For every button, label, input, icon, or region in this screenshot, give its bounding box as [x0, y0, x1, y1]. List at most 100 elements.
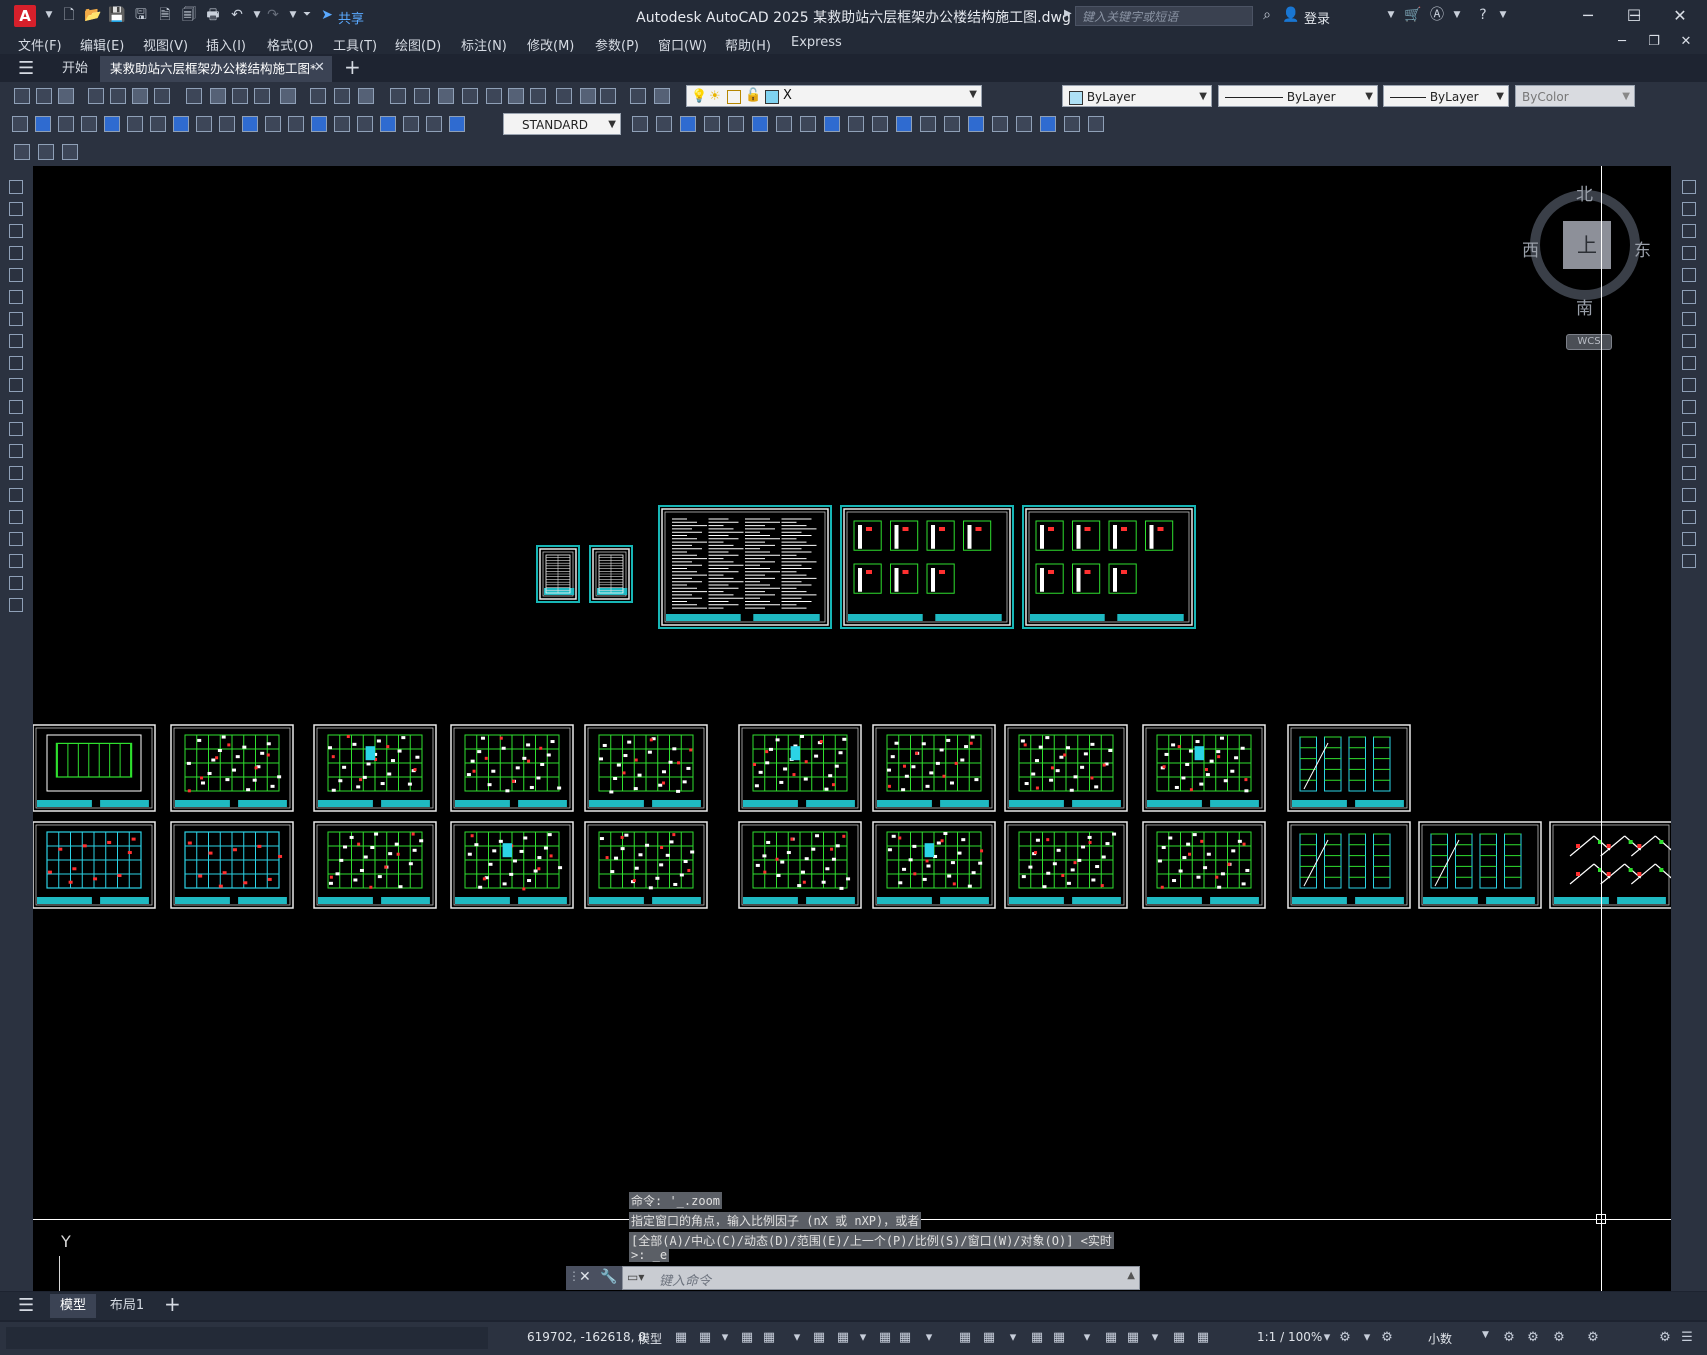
- modify-tool-9-icon[interactable]: [196, 116, 212, 132]
- close-window-icon[interactable]: ✕: [1660, 4, 1700, 28]
- modify-tool-12-icon[interactable]: [265, 116, 281, 132]
- modify-tool-5-icon[interactable]: [104, 116, 120, 132]
- trim-icon[interactable]: [1682, 378, 1696, 392]
- 3d-osnap-icon[interactable]: ▦: [1030, 1331, 1044, 1345]
- modify-tool-26-icon[interactable]: [752, 116, 768, 132]
- layer-combo[interactable]: 💡 ☀ 🔓 X ▼: [686, 85, 982, 107]
- units-combo[interactable]: 小数: [1428, 1330, 1452, 1347]
- rectangle-icon[interactable]: [9, 268, 23, 282]
- standard-tool-12-icon[interactable]: [280, 88, 296, 104]
- menu-item[interactable]: 插入(I): [206, 35, 246, 54]
- color-combo[interactable]: ByLayer ▼: [1062, 85, 1212, 107]
- modify-tool-28-icon[interactable]: [800, 116, 816, 132]
- lineweight-icon[interactable]: ▦: [958, 1331, 972, 1345]
- modify-tool-23-icon[interactable]: [680, 116, 696, 132]
- modify-tool-27-icon[interactable]: [776, 116, 792, 132]
- modify-tool-40-icon[interactable]: [1088, 116, 1104, 132]
- standard-tool-10-icon[interactable]: [232, 88, 248, 104]
- blend-icon[interactable]: [1682, 532, 1696, 546]
- offset-icon[interactable]: [1682, 246, 1696, 260]
- standard-tool-23-icon[interactable]: [556, 88, 572, 104]
- standard-tool-15-icon[interactable]: [358, 88, 374, 104]
- close-tab-icon[interactable]: ✕: [314, 60, 325, 75]
- line-icon[interactable]: [9, 180, 23, 194]
- drawing-canvas[interactable]: 上 北 南 东 西 WCS Y X 命令: '_.zoom 指定窗口的角点，输入…: [33, 166, 1671, 1291]
- standard-tool-2-icon[interactable]: [36, 88, 52, 104]
- ortho-icon[interactable]: ▾: [790, 1331, 804, 1345]
- polar-icon[interactable]: ▦: [812, 1331, 826, 1345]
- model-space-toggle[interactable]: 模型: [638, 1330, 662, 1347]
- gizmo-dropdown-icon[interactable]: ▾: [1148, 1331, 1162, 1345]
- modify-tool-29-icon[interactable]: [824, 116, 840, 132]
- dimstyle-combo[interactable]: STANDARD ▼: [503, 113, 621, 135]
- modify-tool-16-icon[interactable]: [357, 116, 373, 132]
- modify-tool-15-icon[interactable]: [334, 116, 350, 132]
- help-search-input[interactable]: 键入关键字或短语: [1075, 6, 1253, 26]
- fillet-icon[interactable]: [1682, 510, 1696, 524]
- modify-tool-25-icon[interactable]: [728, 116, 744, 132]
- app-dropdown-icon[interactable]: ▼: [1448, 6, 1466, 24]
- command-settings-wrench-icon[interactable]: 🔧: [600, 1269, 617, 1285]
- tab-document[interactable]: 某救助站六层框架办公楼结构施工图*: [100, 56, 332, 82]
- plotstyle-combo[interactable]: ByColor ▼: [1515, 85, 1635, 107]
- standard-tool-7-icon[interactable]: [154, 88, 170, 104]
- extra-tool-3-icon[interactable]: [62, 144, 78, 160]
- circle-icon[interactable]: [9, 312, 23, 326]
- modify-tool-8-icon[interactable]: [173, 116, 189, 132]
- login-dropdown-icon[interactable]: ▼: [1382, 6, 1400, 24]
- modify-tool-6-icon[interactable]: [127, 116, 143, 132]
- maximize-window-icon[interactable]: ☐: [1614, 4, 1654, 28]
- break-icon[interactable]: [1682, 444, 1696, 458]
- modify-tool-19-icon[interactable]: [426, 116, 442, 132]
- infer-icon[interactable]: ▦: [740, 1331, 754, 1345]
- modify-tool-36-icon[interactable]: [992, 116, 1008, 132]
- modify-tool-30-icon[interactable]: [848, 116, 864, 132]
- move-icon[interactable]: [1682, 290, 1696, 304]
- menu-item[interactable]: 修改(M): [527, 35, 574, 54]
- standard-tool-25-icon[interactable]: [600, 88, 616, 104]
- viewcube-east[interactable]: 东: [1634, 236, 1651, 261]
- menu-item[interactable]: Express: [791, 35, 842, 50]
- command-input[interactable]: ▭▾ 键入命令 ▲: [622, 1266, 1140, 1290]
- viewcube-south[interactable]: 南: [1576, 294, 1593, 319]
- standard-tool-18-icon[interactable]: [438, 88, 454, 104]
- modify-tool-18-icon[interactable]: [403, 116, 419, 132]
- search-icon[interactable]: ⌕: [1258, 6, 1276, 24]
- menu-item[interactable]: 帮助(H): [725, 35, 771, 54]
- standard-tool-4-icon[interactable]: [88, 88, 104, 104]
- 3d-osnap-dropdown-icon[interactable]: ▦: [1052, 1331, 1066, 1345]
- annotation-visibility-icon[interactable]: ▦: [1172, 1331, 1186, 1345]
- quick-properties-icon[interactable]: ⚙: [1502, 1331, 1516, 1345]
- modify-tool-21-icon[interactable]: [632, 116, 648, 132]
- modify-tool-31-icon[interactable]: [872, 116, 888, 132]
- standard-tool-16-icon[interactable]: [390, 88, 406, 104]
- login-label[interactable]: 登录: [1304, 8, 1330, 27]
- minimize-window-button[interactable]: ─: [1568, 4, 1608, 28]
- mirror-icon[interactable]: [1682, 224, 1696, 238]
- modify-tool-3-icon[interactable]: [58, 116, 74, 132]
- scale-icon[interactable]: [1682, 334, 1696, 348]
- standard-tool-20-icon[interactable]: [486, 88, 502, 104]
- standard-tool-3-icon[interactable]: [58, 88, 74, 104]
- stretch-icon[interactable]: [1682, 356, 1696, 370]
- standard-tool-14-icon[interactable]: [334, 88, 350, 104]
- standard-tool-17-icon[interactable]: [414, 88, 430, 104]
- standard-tool-21-icon[interactable]: [508, 88, 524, 104]
- join-icon[interactable]: [1682, 466, 1696, 480]
- modify-tool-7-icon[interactable]: [150, 116, 166, 132]
- auto-scale-icon[interactable]: ▦: [1196, 1331, 1210, 1345]
- standard-tool-22-icon[interactable]: [530, 88, 546, 104]
- add-workspace-icon[interactable]: ⚙: [1380, 1331, 1394, 1345]
- standard-tool-26-icon[interactable]: [630, 88, 646, 104]
- hardware-acceleration-icon[interactable]: ⚙: [1552, 1331, 1566, 1345]
- ellipse-icon[interactable]: [9, 378, 23, 392]
- modify-tool-32-icon[interactable]: [896, 116, 912, 132]
- polyline-icon[interactable]: [9, 224, 23, 238]
- standard-tool-6-icon[interactable]: [132, 88, 148, 104]
- command-history-toggle-icon[interactable]: ▲: [1127, 1270, 1135, 1281]
- autodesk-app-icon[interactable]: Ⓐ: [1428, 6, 1446, 24]
- units-dropdown-icon[interactable]: ▼: [1482, 1330, 1489, 1340]
- copy-icon[interactable]: [1682, 202, 1696, 216]
- new-layout-icon[interactable]: +: [164, 1292, 181, 1316]
- modify-tool-35-icon[interactable]: [968, 116, 984, 132]
